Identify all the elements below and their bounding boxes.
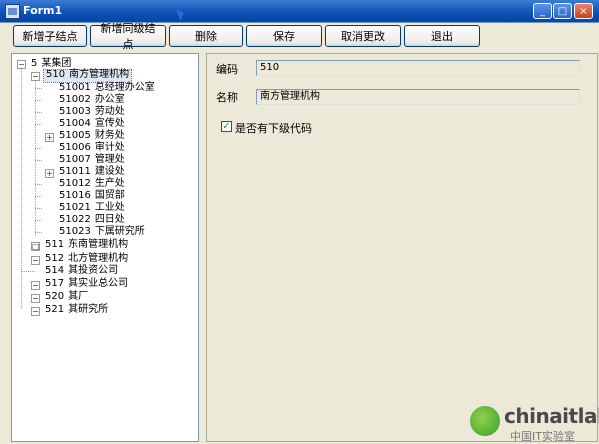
brand-name: chinaitlab — [504, 404, 599, 428]
cancel-changes-button[interactable]: 取消更改 — [325, 25, 401, 47]
tree-node-51023[interactable]: 51023 下属研究所 — [57, 226, 147, 238]
app-icon — [5, 4, 20, 19]
mouse-cursor-icon — [176, 7, 186, 21]
minimize-button[interactable]: _ — [533, 3, 552, 19]
add-child-node-button[interactable]: 新增子结点 — [13, 25, 87, 47]
tree-node-512[interactable]: 512 北方管理机构 — [43, 253, 130, 265]
brand-logo-icon — [470, 406, 500, 436]
code-field[interactable]: 510 — [256, 60, 580, 76]
exit-button[interactable]: 退出 — [404, 25, 480, 47]
tree-node-51004[interactable]: 51004 宣传处 — [57, 118, 127, 130]
code-label: 编码 — [216, 63, 238, 76]
tree-node-51001[interactable]: 51001 总经理办公室 — [57, 82, 157, 94]
toolbar: 新增子结点 新增同级结点 删除 保存 取消更改 退出 — [0, 22, 599, 51]
tree-node-51002[interactable]: 51002 办公室 — [57, 94, 127, 106]
tree-node-520[interactable]: 520 其厂 — [43, 291, 90, 303]
tree-node-510[interactable]: 510 南方管理机构 — [43, 69, 133, 83]
tree-node-51005[interactable]: 51005 财务处 — [57, 130, 127, 142]
tree-node-51007[interactable]: 51007 管理处 — [57, 154, 127, 166]
tree-node-51006[interactable]: 51006 审计处 — [57, 142, 127, 154]
collapse-icon[interactable]: − — [31, 307, 40, 316]
window-title-bar: Form1 _ □ × — [0, 0, 599, 23]
name-label: 名称 — [216, 91, 238, 104]
has-subcode-checkbox[interactable]: ✓ — [221, 121, 232, 132]
detail-panel: 编码 510 名称 南方管理机构 ✓ 是否有下级代码 — [206, 53, 598, 442]
collapse-icon[interactable]: − — [31, 294, 40, 303]
window-title: Form1 — [23, 4, 63, 17]
expand-icon[interactable]: + — [45, 133, 54, 142]
tree-node-521[interactable]: 521 其研究所 — [43, 304, 110, 316]
org-tree-view[interactable]: − 5 某集团 − 510 南方管理机构 51001 总经理办公室 51002 办公室 … — [11, 53, 199, 442]
node-icon[interactable]: □ — [31, 242, 40, 251]
tree-node-517[interactable]: 517 其实业总公司 — [43, 278, 130, 290]
tree-node-51022[interactable]: 51022 四日处 — [57, 214, 127, 226]
has-subcode-label: 是否有下级代码 — [235, 122, 312, 135]
collapse-icon[interactable]: − — [31, 281, 40, 290]
brand-subtitle: 中国IT实验室 — [510, 430, 575, 443]
tree-node-51011[interactable]: 51011 建设处 — [57, 166, 127, 178]
collapse-icon[interactable]: − — [17, 60, 26, 69]
collapse-icon[interactable]: − — [31, 256, 40, 265]
close-button[interactable]: × — [574, 3, 593, 19]
name-field[interactable]: 南方管理机构 — [256, 89, 580, 105]
expand-icon[interactable]: + — [45, 169, 54, 178]
maximize-button[interactable]: □ — [553, 3, 572, 19]
add-sibling-node-button[interactable]: 新增同级结点 — [90, 22, 166, 51]
save-button[interactable]: 保存 — [246, 25, 322, 47]
tree-node-511[interactable]: 511 东南管理机构 — [43, 239, 130, 251]
brand-watermark: chinaitlab 中国IT实验室 — [470, 404, 599, 443]
tree-node-514[interactable]: 514 其投资公司 — [43, 265, 120, 277]
tree-node-51012[interactable]: 51012 生产处 — [57, 178, 127, 190]
tree-node-51003[interactable]: 51003 劳动处 — [57, 106, 127, 118]
tree-node-51021[interactable]: 51021 工业处 — [57, 202, 127, 214]
delete-button[interactable]: 删除 — [169, 25, 243, 47]
collapse-icon[interactable]: − — [31, 72, 40, 81]
tree-node-51016[interactable]: 51016 国贸部 — [57, 190, 127, 202]
